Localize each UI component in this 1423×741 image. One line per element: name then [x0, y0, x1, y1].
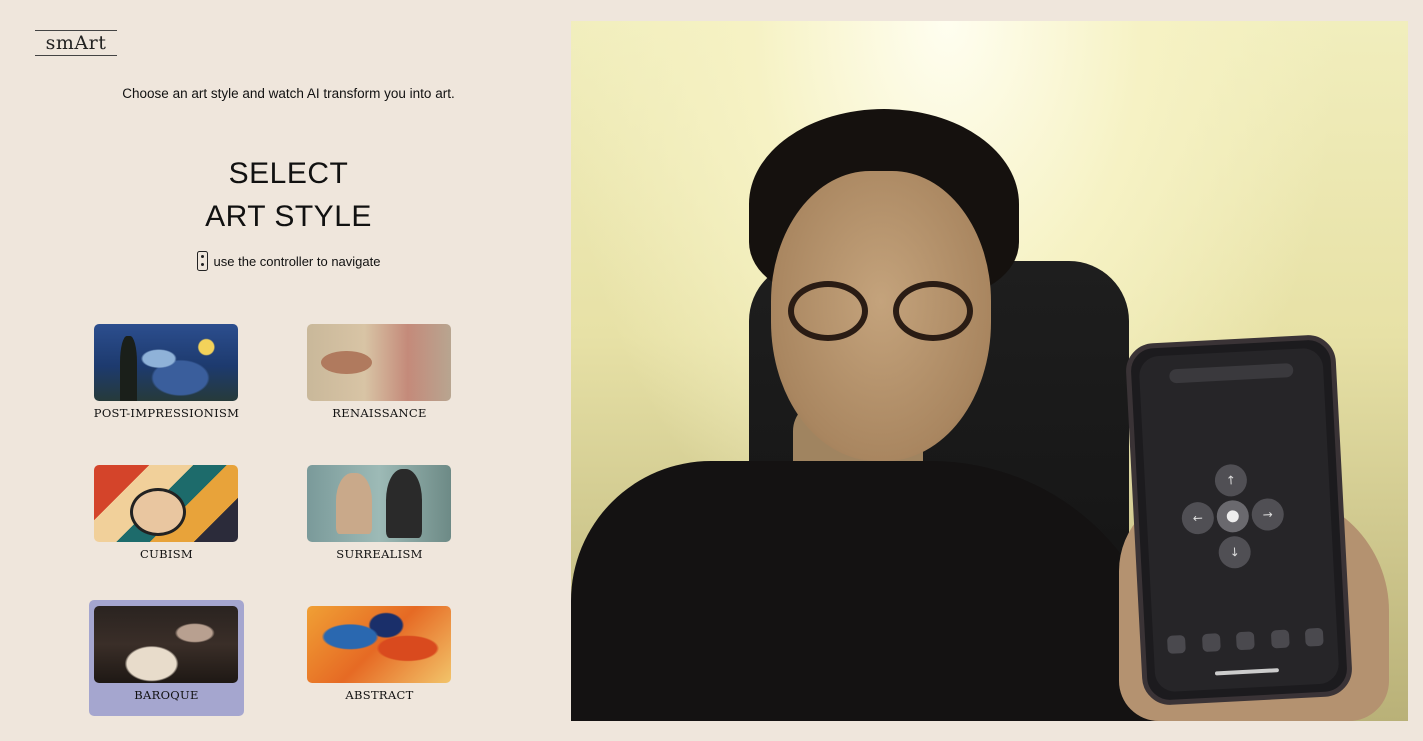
style-option-renaissance[interactable]: RENAISSANCE	[302, 318, 457, 434]
dock-button	[1166, 634, 1186, 654]
arrow-down-icon: ↓	[1217, 535, 1252, 570]
cubism-thumbnail	[94, 465, 238, 542]
style-option-cubism[interactable]: CUBISM	[89, 459, 244, 575]
arrow-left-icon: ←	[1181, 501, 1215, 535]
phone-status-bar	[1169, 362, 1294, 384]
post-impressionism-thumbnail	[94, 324, 238, 401]
app-logo: smArt	[35, 30, 117, 56]
phone-dock	[1166, 627, 1324, 658]
phone-controller: ↑ ← → ↓	[1124, 333, 1354, 707]
webcam-feed: ↑ ← → ↓	[571, 21, 1408, 721]
dock-button	[1201, 633, 1221, 653]
style-option-abstract[interactable]: ABSTRACT	[302, 600, 457, 716]
dock-button	[1304, 627, 1324, 647]
style-label: CUBISM	[140, 547, 193, 561]
tagline: Choose an art style and watch AI transfo…	[122, 86, 455, 101]
style-option-baroque[interactable]: BAROQUE	[89, 600, 244, 716]
home-indicator	[1214, 668, 1280, 676]
style-label: BAROQUE	[134, 688, 199, 702]
arrow-right-icon: →	[1250, 497, 1285, 532]
surrealism-thumbnail	[307, 465, 451, 542]
select-button-icon	[1215, 499, 1250, 534]
style-label: SURREALISM	[336, 547, 423, 561]
style-label: RENAISSANCE	[332, 406, 427, 420]
style-option-post-impressionism[interactable]: POST-IMPRESSIONISM	[89, 318, 244, 434]
abstract-thumbnail	[307, 606, 451, 683]
style-option-surrealism[interactable]: SURREALISM	[302, 459, 457, 575]
style-label: ABSTRACT	[345, 688, 414, 702]
page-title-line-2: ART STYLE	[205, 200, 372, 233]
page-title: SELECT ART STYLE	[0, 152, 577, 238]
navigation-hint: use the controller to navigate	[0, 251, 577, 271]
dock-button	[1270, 629, 1290, 649]
glasses-right-lens	[893, 281, 973, 341]
navigation-hint-text: use the controller to navigate	[213, 253, 381, 269]
phone-screen: ↑ ← → ↓	[1138, 347, 1340, 693]
glasses-left-lens	[788, 281, 868, 341]
arrow-up-icon: ↑	[1214, 463, 1248, 498]
page-title-line-1: SELECT	[228, 157, 349, 190]
baroque-thumbnail	[94, 606, 238, 683]
dock-button	[1235, 631, 1255, 651]
renaissance-thumbnail	[307, 324, 451, 401]
style-label: POST-IMPRESSIONISM	[93, 406, 240, 420]
remote-controller-icon	[196, 251, 208, 271]
